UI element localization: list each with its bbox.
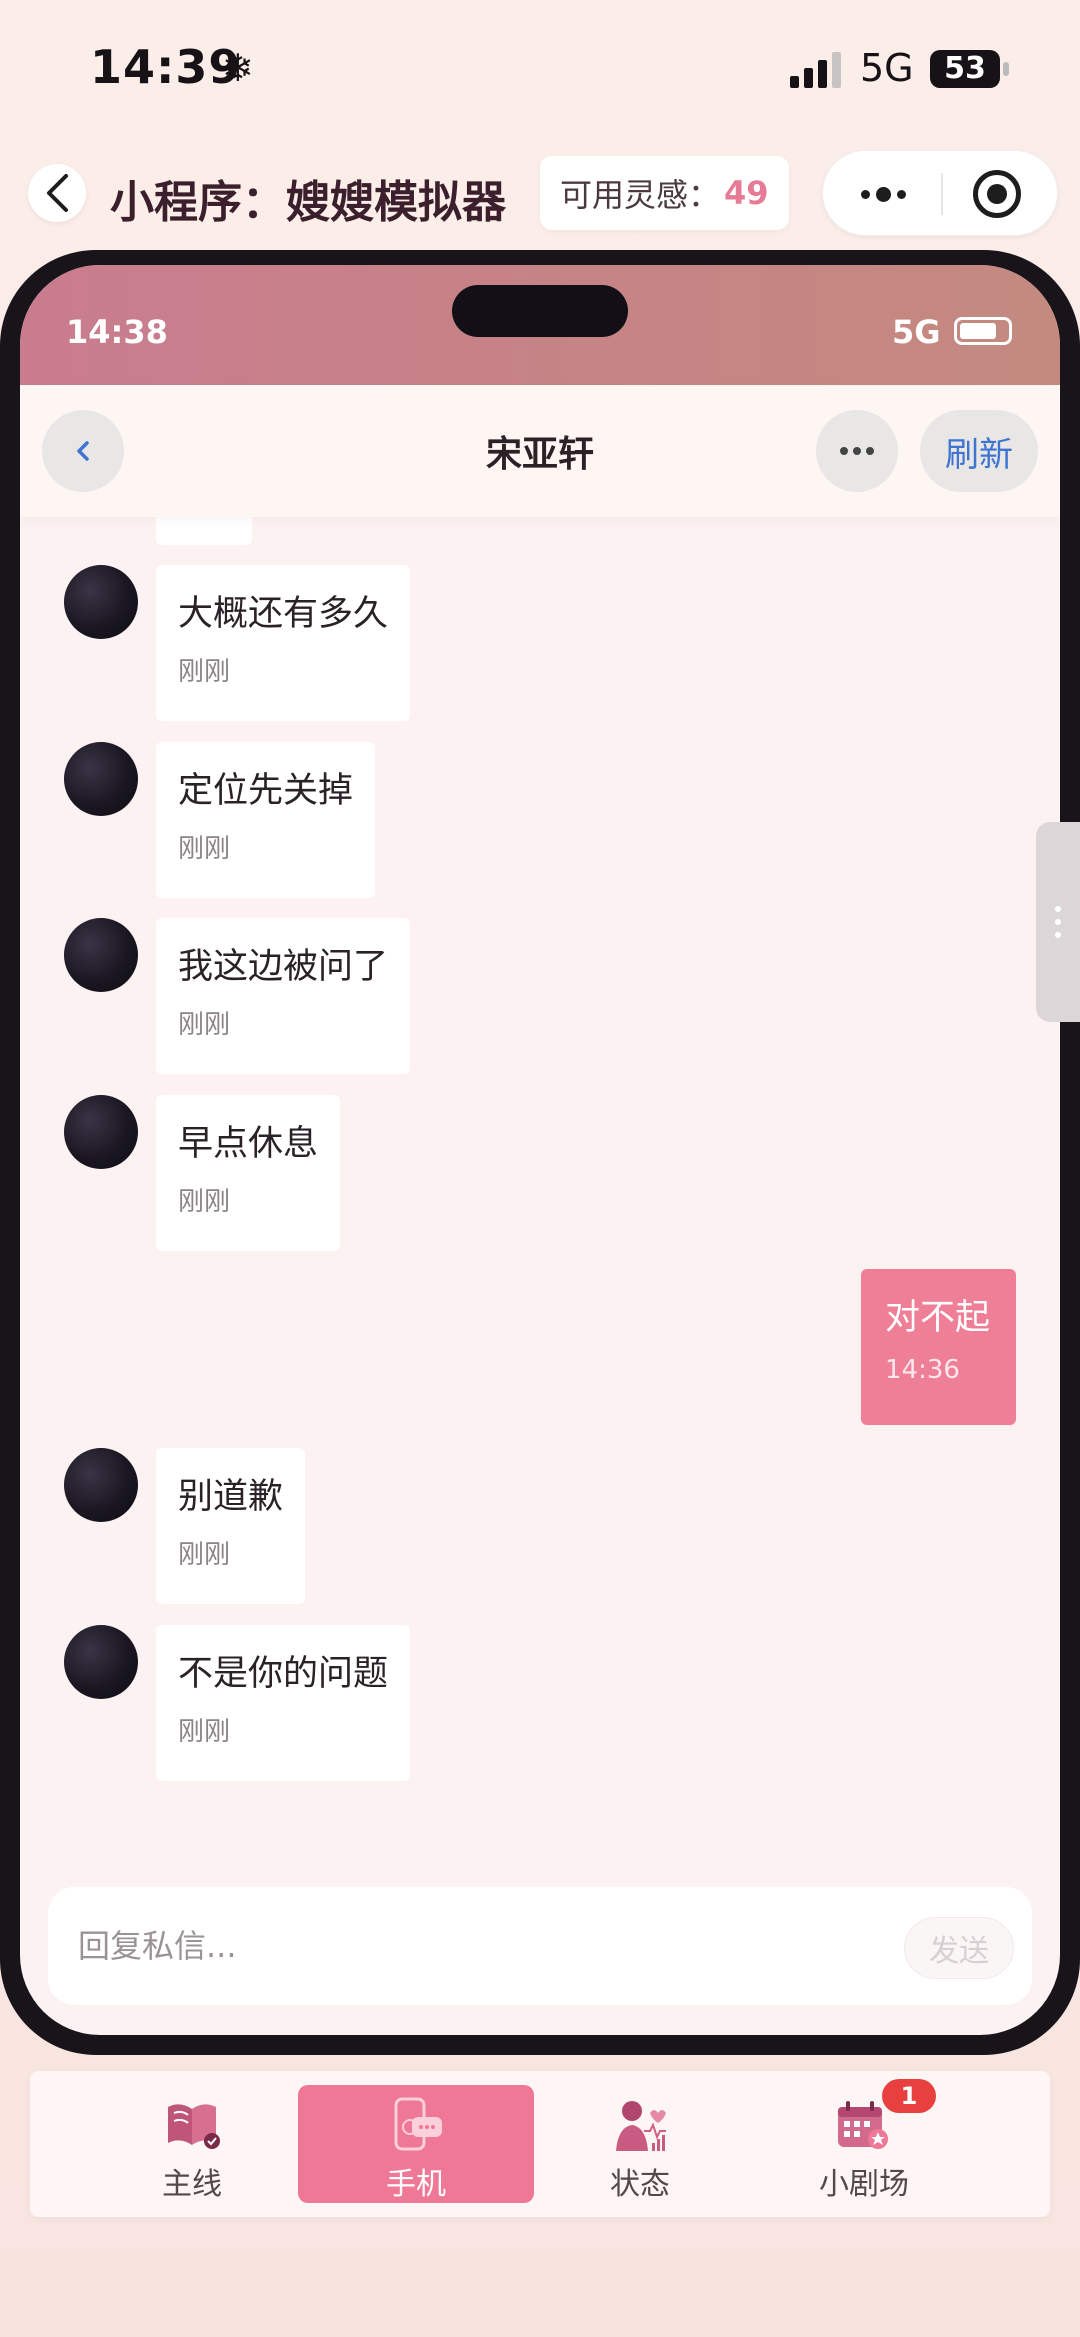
status-icon — [616, 2101, 666, 2151]
message-text: 对不起 — [885, 1298, 991, 1338]
message-bubble-partial: 刚刚 — [156, 517, 253, 545]
phone-frame: 14:38 5G 宋亚轩 刷新 刚刚 — [0, 250, 1080, 2055]
avatar[interactable] — [64, 918, 138, 992]
miniprogram-title: 小程序：嫂嫂模拟器 — [110, 177, 506, 228]
tab-phone[interactable]: 手机 — [298, 2085, 534, 2203]
reply-bar: 发送 — [48, 1887, 1032, 2005]
chevron-left-icon — [47, 174, 68, 212]
message-time: 刚刚 — [178, 1717, 231, 1747]
signal-icon — [790, 52, 841, 88]
phone-icon — [394, 2097, 442, 2151]
tab-theater[interactable]: 小剧场 1 — [746, 2079, 982, 2203]
message-time: 刚刚 — [178, 834, 231, 864]
battery-cap — [1003, 62, 1009, 76]
dot — [866, 447, 874, 455]
phone-network-type: 5G — [892, 313, 941, 351]
side-drawer-handle[interactable] — [1036, 822, 1080, 1022]
avatar[interactable] — [64, 1625, 138, 1699]
book-icon — [168, 2104, 220, 2149]
message-time: 刚刚 — [178, 1010, 231, 1040]
chat-header: 宋亚轩 刷新 — [20, 385, 1060, 517]
message-time: 刚刚 — [178, 1540, 231, 1570]
message-time: 刚刚 — [178, 1187, 231, 1217]
refresh-button[interactable]: 刷新 — [920, 410, 1038, 492]
capsule-menu — [822, 150, 1058, 236]
system-time: 14:39 — [90, 40, 242, 94]
message-bubble: 我这边被问了 刚刚 — [156, 918, 411, 1074]
tab-status[interactable]: 状态 — [522, 2085, 758, 2203]
message-list[interactable]: 刚刚 大概还有多久 刚刚 定位先关掉 刚刚 我这边被问了 — [20, 517, 1060, 1807]
bottom-tab-bar: 主线 手机 状态 小剧场 1 — [30, 2071, 1050, 2217]
message-text: 早点休息 — [178, 1124, 319, 1164]
back-button[interactable] — [28, 164, 86, 222]
dynamic-island — [452, 285, 628, 337]
tab-label: 小剧场 — [819, 2167, 909, 2202]
message-bubble: 大概还有多久 刚刚 — [156, 565, 411, 721]
miniprogram-header: 小程序：嫂嫂模拟器 可用灵感： 49 — [0, 140, 1080, 250]
contact-name: 宋亚轩 — [485, 434, 594, 475]
avatar[interactable] — [64, 742, 138, 816]
message-text: 不是你的问题 — [178, 1654, 389, 1694]
battery-level: 53 — [944, 51, 986, 86]
network-type: 5G — [860, 46, 914, 90]
dot — [853, 447, 861, 455]
more-options-icon[interactable] — [853, 151, 913, 237]
chat-more-button[interactable] — [816, 410, 898, 492]
dot — [840, 447, 848, 455]
phone-screen: 14:38 5G 宋亚轩 刷新 刚刚 — [20, 265, 1060, 2035]
tab-label: 主线 — [162, 2167, 222, 2202]
credit-indicator: 可用灵感： 49 — [540, 156, 789, 230]
avatar[interactable] — [64, 565, 138, 639]
avatar[interactable] — [64, 1095, 138, 1169]
phone-battery-icon — [954, 317, 1012, 345]
message-bubble: 不是你的问题 刚刚 — [156, 1625, 411, 1781]
phone-status-bar: 14:38 5G — [20, 265, 1060, 385]
phone-time: 14:38 — [66, 313, 168, 351]
message-time: 14:36 — [885, 1355, 960, 1385]
tab-mainline[interactable]: 主线 — [74, 2085, 310, 2203]
avatar[interactable] — [64, 1448, 138, 1522]
snowflake-icon: ❄ — [222, 46, 254, 90]
system-status-bar: 14:39 ❄ 5G 53 — [0, 0, 1080, 140]
message-bubble: 别道歉 刚刚 — [156, 1448, 306, 1604]
capsule-divider — [941, 173, 943, 215]
message-text: 我这边被问了 — [178, 947, 389, 987]
message-text: 定位先关掉 — [178, 771, 354, 811]
reply-input[interactable] — [78, 1907, 858, 1985]
message-text: 别道歉 — [178, 1477, 284, 1517]
chevron-left-icon — [77, 441, 89, 461]
message-bubble: 定位先关掉 刚刚 — [156, 742, 376, 898]
credit-value: 49 — [724, 174, 769, 212]
tab-label: 手机 — [386, 2167, 446, 2202]
notification-badge: 1 — [882, 2079, 936, 2113]
send-button[interactable]: 发送 — [904, 1917, 1014, 1979]
message-bubble: 早点休息 刚刚 — [156, 1095, 341, 1251]
message-time: 刚刚 — [178, 657, 231, 687]
message-text: 大概还有多久 — [178, 594, 389, 634]
credit-label: 可用灵感： — [560, 176, 721, 214]
tab-label: 状态 — [610, 2167, 670, 2202]
chat-back-button[interactable] — [42, 410, 124, 492]
close-miniprogram-icon[interactable] — [973, 170, 1021, 218]
message-bubble-self: 对不起 14:36 — [861, 1269, 1016, 1425]
battery-icon: 53 — [930, 50, 1000, 88]
